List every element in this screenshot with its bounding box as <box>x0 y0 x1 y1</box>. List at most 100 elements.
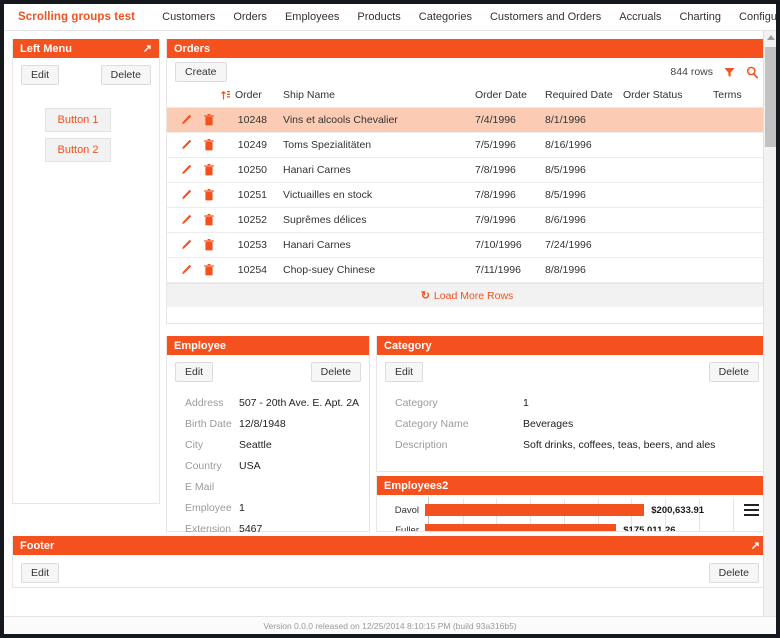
col-order[interactable]: Order <box>221 86 275 108</box>
nav-item-employees[interactable]: Employees <box>276 8 348 26</box>
delete-row-icon[interactable] <box>204 164 214 176</box>
employee-field-value: 12/8/1948 <box>239 418 286 430</box>
cell-required-date: 8/5/1996 <box>545 183 623 208</box>
cell-required-date: 8/16/1996 <box>545 133 623 158</box>
cell-required-date: 8/1/1996 <box>545 108 623 133</box>
nav-label: Products <box>357 11 400 23</box>
chart-menu-icon[interactable] <box>744 504 759 516</box>
nav-item-accruals[interactable]: Accruals <box>610 8 670 26</box>
left-menu-button-1[interactable]: Button 1 <box>45 108 111 132</box>
category-field-value: Soft drinks, coffees, teas, beers, and a… <box>523 439 715 451</box>
nav-label: Charting <box>679 11 721 23</box>
row-actions <box>167 258 221 283</box>
expand-icon[interactable]: ↗ <box>751 539 760 552</box>
cell-order-status <box>623 258 713 283</box>
orders-toolbar: Create 844 rows <box>167 58 767 86</box>
expand-icon[interactable]: ↗ <box>143 42 152 55</box>
chart-bar-row[interactable]: Davol$200,633.91 <box>377 500 767 520</box>
edit-row-icon[interactable] <box>181 114 192 126</box>
nav-item-customers[interactable]: Customers <box>153 8 224 26</box>
chart-bar[interactable] <box>425 524 616 532</box>
employee-header: Employee <box>167 336 369 355</box>
chart-bar[interactable] <box>425 504 644 516</box>
left-menu-delete-button[interactable]: Delete <box>101 65 151 85</box>
panel-left-menu: Left Menu ↗ Edit Delete Button 1 Button … <box>12 39 160 504</box>
table-row[interactable]: 10251Victuailles en stock7/8/19968/5/199… <box>167 183 767 208</box>
app-brand[interactable]: Scrolling groups test <box>18 11 135 23</box>
category-field-row: DescriptionSoft drinks, coffees, teas, b… <box>395 439 767 451</box>
col-order-status[interactable]: Order Status <box>623 86 713 108</box>
col-ship-name[interactable]: Ship Name <box>275 86 475 108</box>
edit-row-icon[interactable] <box>181 239 192 251</box>
footer-edit-button[interactable]: Edit <box>21 563 59 583</box>
cell-order-status <box>623 108 713 133</box>
employee-field-label: E Mail <box>185 481 239 493</box>
col-required-date[interactable]: Required Date <box>545 86 623 108</box>
scroll-up-arrow-icon[interactable] <box>767 35 775 40</box>
orders-create-button[interactable]: Create <box>175 62 227 82</box>
page-body: Left Menu ↗ Edit Delete Button 1 Button … <box>4 31 776 616</box>
delete-row-icon[interactable] <box>204 239 214 251</box>
category-field-row: Category NameBeverages <box>395 418 767 430</box>
orders-table: Order Ship Name Order Date Required Date… <box>167 86 767 283</box>
left-menu-title: Left Menu <box>20 43 72 55</box>
nav-item-products[interactable]: Products <box>348 8 409 26</box>
chart-bars: Davol$200,633.91Fuller$175,011.26 <box>377 500 767 532</box>
left-menu-body: Edit Delete Button 1 Button 2 <box>13 58 159 162</box>
nav-item-configuration[interactable]: Configuration <box>730 8 780 26</box>
col-order-date[interactable]: Order Date <box>475 86 545 108</box>
funnel-icon[interactable] <box>724 67 735 78</box>
edit-row-icon[interactable] <box>181 264 192 276</box>
table-row[interactable]: 10250Hanari Carnes7/8/19968/5/1996 <box>167 158 767 183</box>
category-delete-button[interactable]: Delete <box>709 362 759 382</box>
category-header: Category <box>377 336 767 355</box>
version-text: Version 0.0.0 released on 12/25/2014 8:1… <box>263 621 516 631</box>
employee-toolbar: Edit Delete <box>167 355 369 389</box>
sort-ascending-icon[interactable] <box>221 90 230 100</box>
orders-header-row: Order Ship Name Order Date Required Date… <box>167 86 767 108</box>
left-menu-edit-button[interactable]: Edit <box>21 65 59 85</box>
edit-row-icon[interactable] <box>181 214 192 226</box>
nav-item-charting[interactable]: Charting <box>670 8 730 26</box>
scrollbar-thumb[interactable] <box>765 47 776 147</box>
table-row[interactable]: 10253Hanari Carnes7/10/19967/24/1996 <box>167 233 767 258</box>
employee-field-label: Extension <box>185 523 239 535</box>
panel-employees2: Employees2 Davol$200,633.91Fuller$175,01… <box>376 476 768 532</box>
table-row[interactable]: 10252Suprêmes délices7/9/19968/6/1996 <box>167 208 767 233</box>
load-more-rows-button[interactable]: ↻Load More Rows <box>167 283 767 307</box>
edit-row-icon[interactable] <box>181 139 192 151</box>
nav-label: Configuration <box>739 11 780 23</box>
top-navbar: Scrolling groups test Customers Orders E… <box>4 4 776 31</box>
employee-delete-button[interactable]: Delete <box>311 362 361 382</box>
delete-row-icon[interactable] <box>204 114 214 126</box>
table-row[interactable]: 10254Chop-suey Chinese7/11/19968/8/1996 <box>167 258 767 283</box>
employee-field-row: E Mail <box>185 481 369 493</box>
delete-row-icon[interactable] <box>204 214 214 226</box>
employee-edit-button[interactable]: Edit <box>175 362 213 382</box>
delete-row-icon[interactable] <box>204 264 214 276</box>
page-scrollbar[interactable] <box>763 31 776 616</box>
cell-order-date: 7/8/1996 <box>475 158 545 183</box>
employee-field-value: USA <box>239 460 261 472</box>
search-icon[interactable] <box>746 66 759 79</box>
cell-order: 10248 <box>221 108 275 133</box>
table-row[interactable]: 10248Vins et alcools Chevalier7/4/19968/… <box>167 108 767 133</box>
edit-row-icon[interactable] <box>181 189 192 201</box>
col-terms[interactable]: Terms <box>713 86 767 108</box>
delete-row-icon[interactable] <box>204 189 214 201</box>
nav-item-customers-and-orders[interactable]: Customers and Orders <box>481 8 610 26</box>
cell-order-status <box>623 133 713 158</box>
category-edit-button[interactable]: Edit <box>385 362 423 382</box>
footer-delete-button[interactable]: Delete <box>709 563 759 583</box>
cell-ship-name: Toms Spezialitäten <box>275 133 475 158</box>
category-field-label: Description <box>395 439 523 451</box>
chart-bar-row[interactable]: Fuller$175,011.26 <box>377 520 767 532</box>
nav-item-orders[interactable]: Orders <box>224 8 276 26</box>
nav-item-categories[interactable]: Categories <box>410 8 481 26</box>
delete-row-icon[interactable] <box>204 139 214 151</box>
orders-table-body: 10248Vins et alcools Chevalier7/4/19968/… <box>167 108 767 283</box>
cell-ship-name: Chop-suey Chinese <box>275 258 475 283</box>
left-menu-button-2[interactable]: Button 2 <box>45 138 111 162</box>
table-row[interactable]: 10249Toms Spezialitäten7/5/19968/16/1996 <box>167 133 767 158</box>
edit-row-icon[interactable] <box>181 164 192 176</box>
